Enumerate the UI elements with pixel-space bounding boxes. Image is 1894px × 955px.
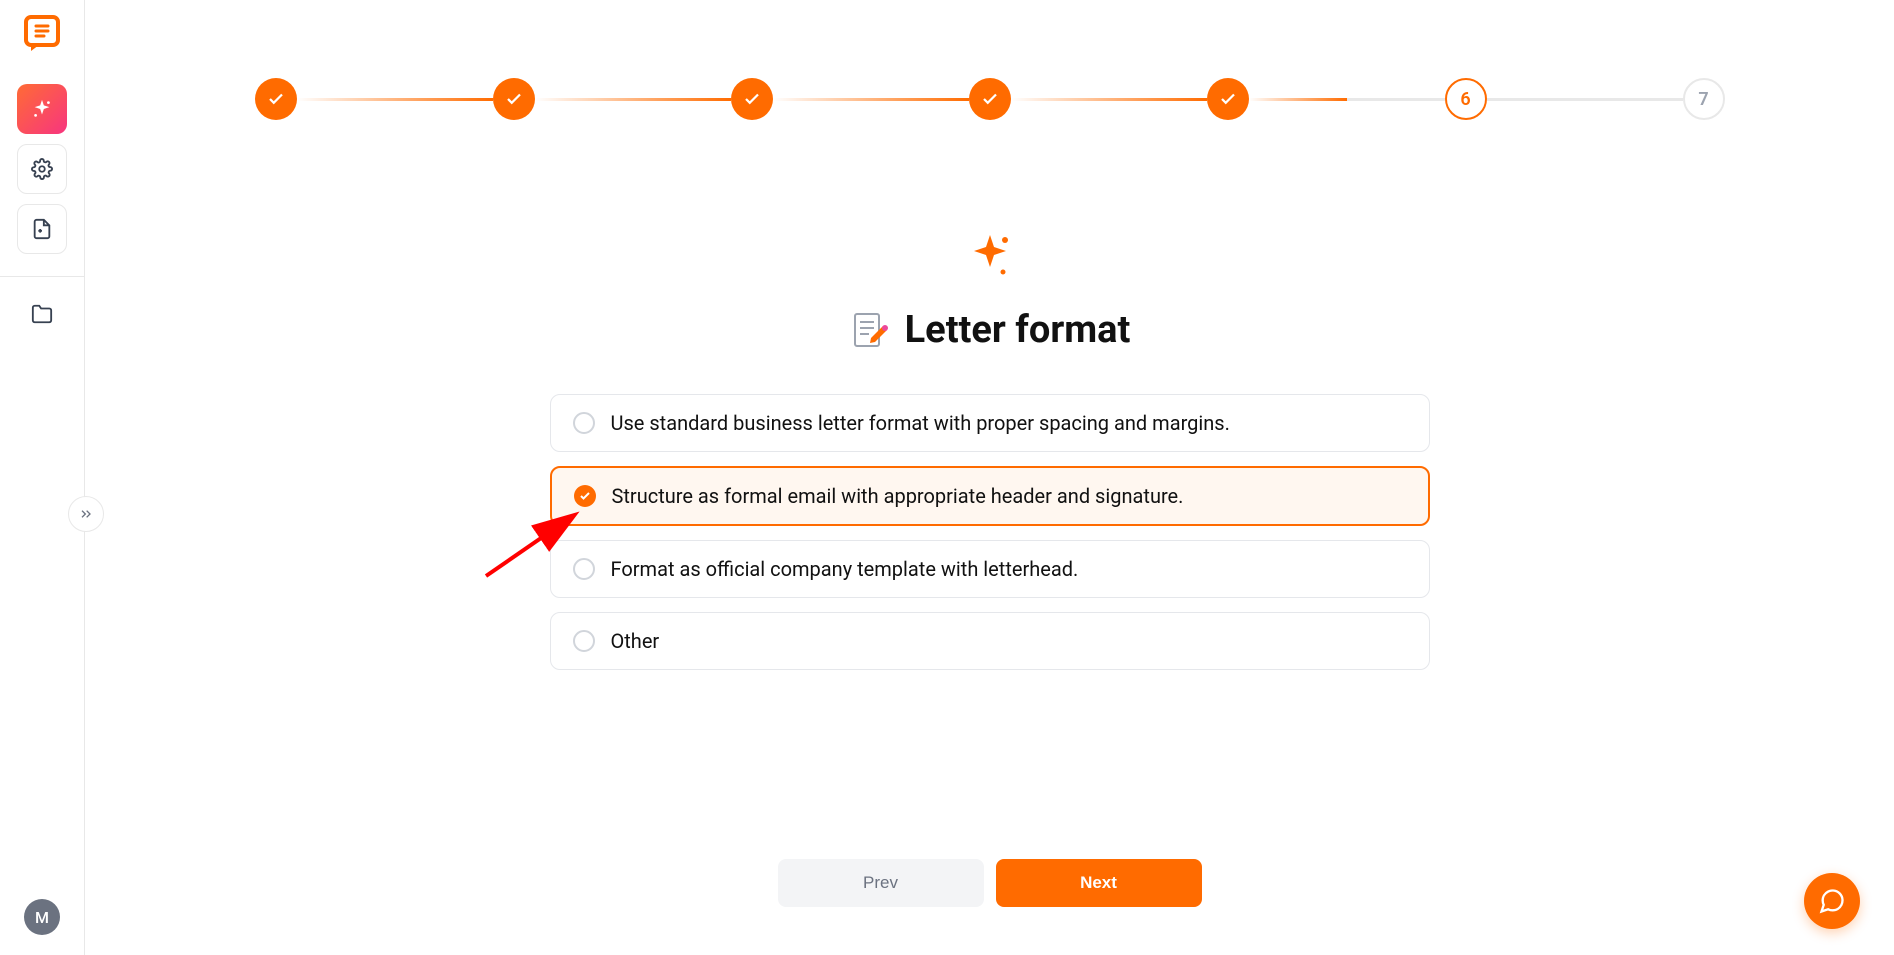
step-4-done[interactable] xyxy=(969,78,1011,120)
progress-stepper: 6 7 xyxy=(85,0,1894,120)
nav-file-import[interactable] xyxy=(17,204,67,254)
footer-nav: Prev Next xyxy=(778,859,1202,907)
user-avatar[interactable]: M xyxy=(24,899,60,935)
option-label: Other xyxy=(611,629,660,653)
nav-ai-sparkle[interactable] xyxy=(17,84,67,134)
app-logo[interactable] xyxy=(21,12,63,54)
sidebar-expand-button[interactable] xyxy=(68,496,104,532)
next-button[interactable]: Next xyxy=(996,859,1202,907)
option-label: Format as official company template with… xyxy=(611,557,1079,581)
step-3-done[interactable] xyxy=(731,78,773,120)
nav-folder[interactable] xyxy=(17,289,67,339)
nav-settings[interactable] xyxy=(17,144,67,194)
title-row: Letter format xyxy=(849,308,1131,352)
prev-button[interactable]: Prev xyxy=(778,859,984,907)
option-standard-business[interactable]: Use standard business letter format with… xyxy=(550,394,1430,452)
step-line xyxy=(1011,98,1207,101)
main-content: 6 7 Letter format Use standard business … xyxy=(85,0,1894,955)
step-line xyxy=(297,98,493,101)
radio-icon xyxy=(573,630,595,652)
radio-icon xyxy=(573,558,595,580)
step-5-done[interactable] xyxy=(1207,78,1249,120)
step-6-current[interactable]: 6 xyxy=(1445,78,1487,120)
step-line xyxy=(773,98,969,101)
step-7-upcoming[interactable]: 7 xyxy=(1683,78,1725,120)
option-other[interactable]: Other xyxy=(550,612,1430,670)
sidebar: M xyxy=(0,0,85,955)
step-line xyxy=(1487,98,1683,101)
option-label: Use standard business letter format with… xyxy=(611,411,1230,435)
option-label: Structure as formal email with appropria… xyxy=(612,484,1184,508)
document-edit-icon xyxy=(849,310,889,350)
nav-divider xyxy=(0,276,84,277)
sparkle-icon xyxy=(965,230,1015,280)
radio-checked-icon xyxy=(574,485,596,507)
avatar-initial: M xyxy=(24,899,60,935)
step-1-done[interactable] xyxy=(255,78,297,120)
page-title: Letter format xyxy=(905,308,1131,352)
option-company-template[interactable]: Format as official company template with… xyxy=(550,540,1430,598)
step-line xyxy=(1249,98,1445,101)
options-list: Use standard business letter format with… xyxy=(550,394,1430,670)
step-line xyxy=(535,98,731,101)
step-2-done[interactable] xyxy=(493,78,535,120)
help-button[interactable] xyxy=(1804,873,1860,929)
option-formal-email[interactable]: Structure as formal email with appropria… xyxy=(550,466,1430,526)
content-area: Letter format Use standard business lett… xyxy=(85,230,1894,670)
radio-icon xyxy=(573,412,595,434)
